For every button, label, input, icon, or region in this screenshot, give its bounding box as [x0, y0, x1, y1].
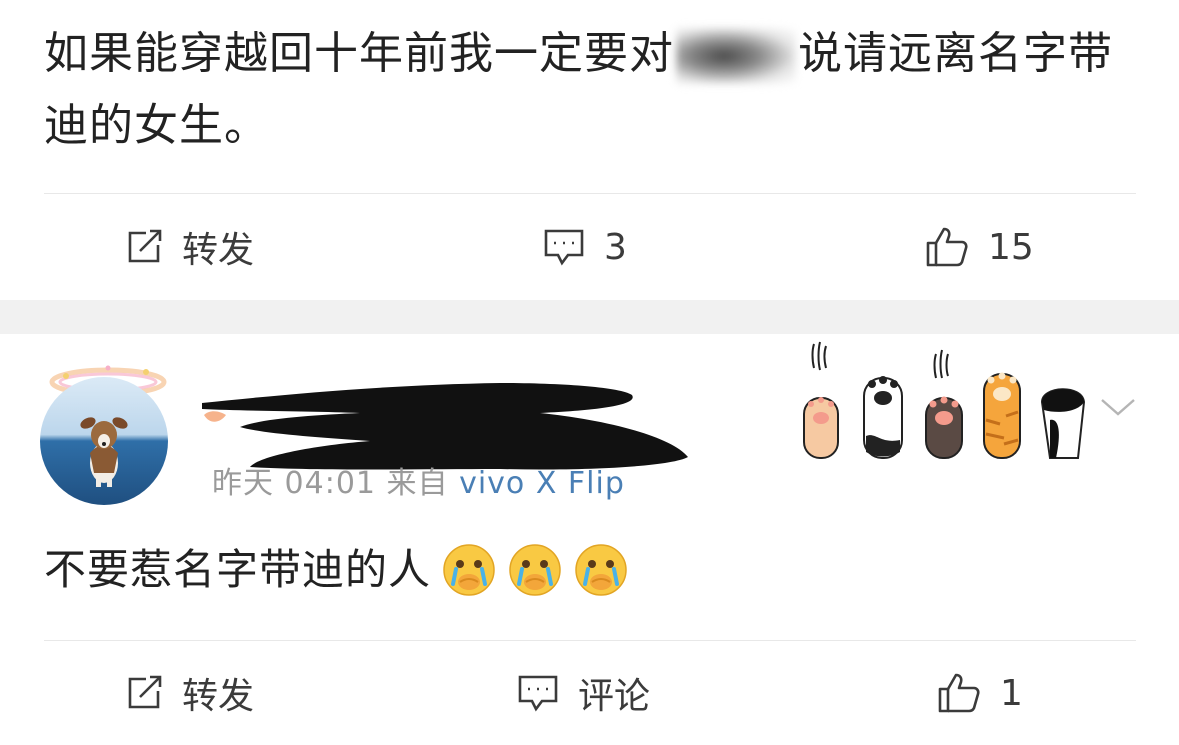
repost-button[interactable]: 转发: [124, 197, 254, 297]
paw-1: [803, 397, 839, 459]
cat-paws-decoration: [803, 341, 1086, 459]
redacted-name: [676, 28, 796, 84]
share-icon: [124, 227, 164, 267]
post-text: 如果能穿越回十年前我一定要对 说请远离名字带迪的女生。: [44, 18, 1134, 162]
comment-text: 不要惹名字带迪的人: [44, 540, 629, 600]
paw-5: [1040, 388, 1086, 459]
reply-button[interactable]: 评论: [516, 643, 650, 743]
comment-repost-button[interactable]: 转发: [124, 643, 254, 743]
post-text-part1: 如果能穿越回十年前我一定要对: [44, 28, 674, 79]
like-button[interactable]: 15: [924, 197, 1034, 297]
device-source[interactable]: vivo X Flip: [459, 466, 625, 501]
reply-label: 评论: [578, 676, 651, 717]
comment-button[interactable]: 3: [542, 197, 627, 297]
comment-time: 昨天 04:01: [212, 466, 376, 501]
avatar[interactable]: [40, 377, 168, 505]
comment-repost-label: 转发: [182, 676, 255, 717]
comment-body: 不要惹名字带迪的人: [44, 545, 432, 594]
like-icon: [936, 671, 982, 715]
post-divider: [44, 193, 1136, 194]
comment-like-count: 1: [1000, 672, 1023, 714]
comment-icon: [542, 227, 586, 267]
section-separator: [0, 300, 1179, 334]
chevron-down-icon[interactable]: [1098, 396, 1138, 424]
crying-face-emoji: [575, 544, 627, 596]
crying-face-emoji: [443, 544, 495, 596]
comment-action-bar: 转发 评论 1: [0, 643, 1179, 743]
crying-face-emoji: [509, 544, 561, 596]
comment-meta: 昨天 04:01 来自 vivo X Flip: [212, 458, 625, 502]
comment-count: 3: [604, 226, 627, 268]
paw-2: [863, 376, 903, 459]
share-icon: [124, 673, 164, 713]
paw-3: [925, 396, 963, 459]
comment-divider: [44, 640, 1136, 641]
post-action-bar: 转发 3 15: [0, 197, 1179, 297]
comment-like-button[interactable]: 1: [936, 643, 1023, 743]
repost-label: 转发: [182, 230, 255, 271]
like-icon: [924, 225, 970, 269]
like-count: 15: [988, 226, 1034, 268]
paw-4: [983, 372, 1021, 459]
source-prefix: 来自: [386, 466, 449, 501]
comment-icon: [516, 673, 560, 713]
